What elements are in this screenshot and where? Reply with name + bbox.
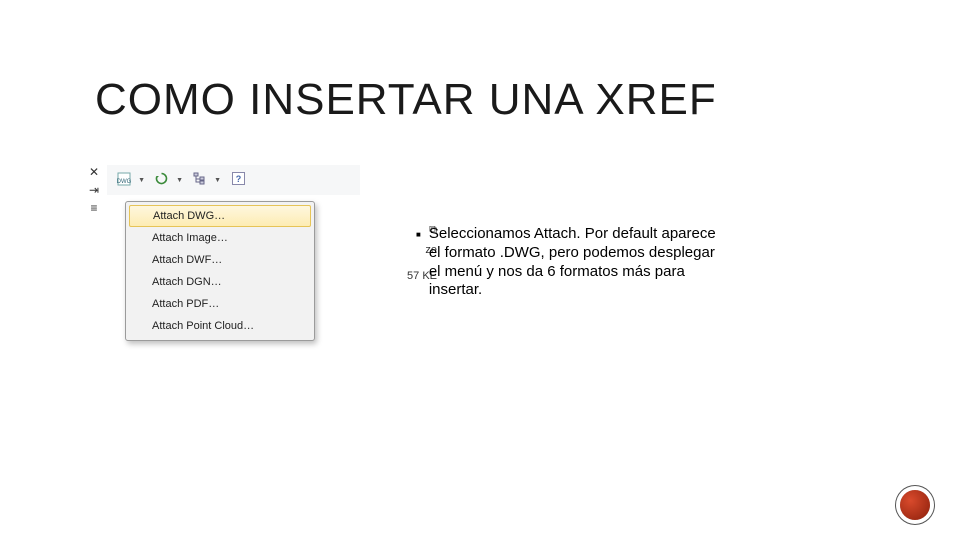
menu-item-label: Attach PDF… xyxy=(152,298,219,310)
slide-badge-icon xyxy=(900,490,930,520)
menu-item-attach-dwg[interactable]: Attach DWG… xyxy=(129,205,311,227)
svg-text:DWG: DWG xyxy=(117,179,131,185)
help-button[interactable]: ? xyxy=(227,169,249,191)
menu-item-attach-dgn[interactable]: Attach DGN… xyxy=(128,271,312,293)
refresh-icon xyxy=(155,172,168,188)
svg-text:?: ? xyxy=(235,174,241,184)
description-text: Seleccionamos Attach. Por default aparec… xyxy=(429,225,716,300)
attach-dropdown-button[interactable]: DWG ▼ xyxy=(113,169,149,191)
attach-dwg-icon: DWG xyxy=(117,172,131,189)
tree-dropdown-button[interactable]: ▼ xyxy=(189,169,225,191)
list-icon[interactable]: ≡ xyxy=(90,201,97,215)
menu-item-label: Attach DGN… xyxy=(152,276,222,288)
slide-description: ■ Seleccionamos Attach. Por default apar… xyxy=(416,225,716,300)
chevron-down-icon: ▼ xyxy=(138,177,145,184)
menu-item-label: Attach Image… xyxy=(152,232,228,244)
attach-dropdown-menu: Attach DWG… Attach Image… Attach DWF… At… xyxy=(125,201,315,341)
panel-left-controls: ✕ ⇥ ≡ xyxy=(85,165,103,215)
menu-item-attach-point-cloud[interactable]: Attach Point Cloud… xyxy=(128,315,312,337)
menu-item-label: Attach DWG… xyxy=(153,210,225,222)
expand-icon[interactable]: ⇥ xyxy=(89,183,99,197)
menu-item-attach-image[interactable]: Attach Image… xyxy=(128,227,312,249)
xref-toolbar: DWG ▼ ▼ ▼ ? xyxy=(107,165,360,195)
xref-panel-screenshot: ✕ ⇥ ≡ DWG ▼ ▼ ▼ ? ⧉ ze xyxy=(85,165,360,370)
bullet-icon: ■ xyxy=(416,230,421,300)
menu-item-label: Attach DWF… xyxy=(152,254,222,266)
refresh-dropdown-button[interactable]: ▼ xyxy=(151,169,187,191)
slide-title: COMO INSERTAR UNA XREF xyxy=(95,75,717,125)
tree-icon xyxy=(193,172,206,188)
menu-item-label: Attach Point Cloud… xyxy=(152,320,254,332)
help-icon: ? xyxy=(232,172,245,188)
menu-item-attach-pdf[interactable]: Attach PDF… xyxy=(128,293,312,315)
chevron-down-icon: ▼ xyxy=(176,177,183,184)
close-icon[interactable]: ✕ xyxy=(89,165,99,179)
chevron-down-icon: ▼ xyxy=(214,177,221,184)
menu-item-attach-dwf[interactable]: Attach DWF… xyxy=(128,249,312,271)
